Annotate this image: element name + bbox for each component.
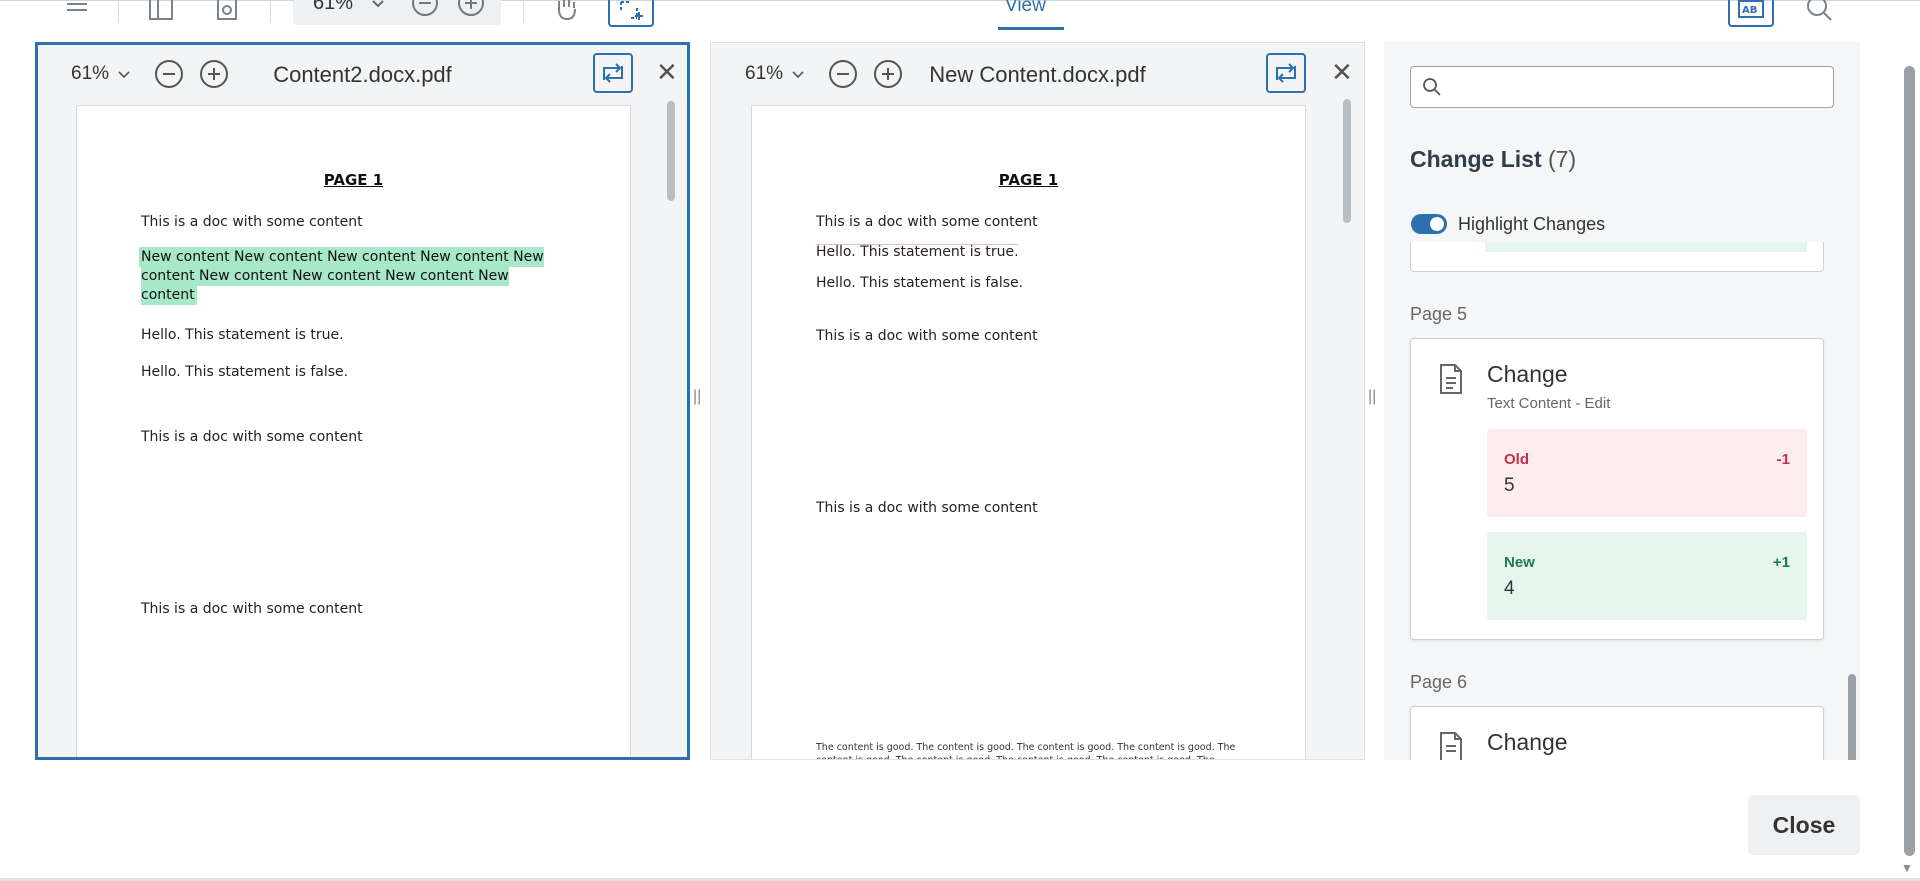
- ab-compare-icon: AB: [1738, 0, 1764, 18]
- tab-view[interactable]: View: [1005, 0, 1046, 17]
- document-icon: [1440, 364, 1462, 394]
- highlight-changes-toggle[interactable]: [1411, 214, 1447, 234]
- toolbar-zoom-value: 61%: [313, 0, 354, 14]
- new-value-box: New +1 4: [1487, 532, 1807, 620]
- left-file-name: Content2.docx.pdf: [273, 62, 452, 87]
- change-type: Text Content - Edit: [1487, 395, 1611, 412]
- search-icon[interactable]: [1804, 0, 1834, 23]
- left-pane-scrollbar[interactable]: [667, 101, 675, 201]
- right-pane-header: 61% New Content.docx.pdf ✕: [711, 43, 1364, 103]
- change-count: (7): [1548, 146, 1577, 172]
- doc-line: This is a doc with some content: [816, 500, 1038, 516]
- pan-hand-icon[interactable]: [552, 0, 582, 23]
- right-pane-scrollbar[interactable]: [1343, 99, 1351, 223]
- doc-line: Hello. This statement is false.: [141, 364, 349, 380]
- menu-icon[interactable]: [62, 0, 92, 23]
- old-value-box: Old -1 5: [1487, 429, 1807, 517]
- sidebar-panel-icon[interactable]: [146, 0, 176, 23]
- zoom-out-icon[interactable]: [411, 0, 439, 17]
- chevron-down-icon: [372, 0, 384, 8]
- sync-icon: [603, 63, 623, 83]
- sidebar-scrollbar[interactable]: [1848, 674, 1856, 760]
- right-document-page: PAGE 1 This is a doc with some content H…: [751, 105, 1306, 759]
- close-icon[interactable]: ✕: [1331, 59, 1353, 85]
- new-label: New: [1504, 554, 1535, 571]
- doc-line: This is a doc with some content: [141, 601, 363, 617]
- compare-text-button[interactable]: AB: [1728, 0, 1774, 27]
- zoom-in-icon[interactable]: [457, 0, 485, 17]
- change-list-sidebar: Change List (7) Highlight Changes Page 5…: [1384, 42, 1860, 760]
- sync-scroll-button[interactable]: [593, 53, 633, 93]
- change-search-box[interactable]: [1410, 66, 1834, 108]
- pane-resize-handle[interactable]: ||: [693, 388, 701, 406]
- doc-line: Hello. This statement is true.: [816, 244, 1019, 260]
- page-title: PAGE 1: [323, 171, 384, 189]
- close-button[interactable]: Close: [1748, 795, 1860, 855]
- page-title: PAGE 1: [998, 171, 1059, 189]
- change-card[interactable]: Change Text Content - Edit Old -1 5 New …: [1410, 338, 1824, 640]
- change-list-title: Change List (7): [1410, 146, 1576, 173]
- toolbar-divider: [523, 1, 524, 23]
- left-document-pane[interactable]: 61% Content2.docx.pdf ✕ PAGE 1 This is a…: [35, 42, 690, 760]
- change-page-label: Page 6: [1410, 672, 1468, 692]
- sync-scroll-button[interactable]: [1266, 53, 1306, 93]
- top-toolbar: 61% View AB: [0, 0, 1920, 30]
- sync-icon: [1276, 63, 1296, 83]
- region-select-icon: [620, 1, 643, 20]
- previous-change-card[interactable]: [1410, 242, 1824, 272]
- left-pane-header: 61% Content2.docx.pdf ✕: [38, 45, 687, 105]
- doc-line: Hello. This statement is false.: [816, 275, 1024, 291]
- compare-dialog: 61% View AB 61% Content2.docx.pdf ✕ PAGE…: [0, 0, 1920, 881]
- doc-line: This is a doc with some content: [816, 214, 1038, 230]
- pane-resize-handle[interactable]: ||: [1368, 388, 1376, 406]
- doc-paragraph: The content is good. The content is good…: [816, 742, 1236, 759]
- document-icon: [1440, 732, 1462, 760]
- settings-file-icon[interactable]: [212, 0, 242, 23]
- old-delta: -1: [1776, 451, 1790, 468]
- window-scrollbar[interactable]: [1904, 66, 1915, 856]
- doc-line: Hello. This statement is true.: [141, 327, 344, 343]
- change-page-label: Page 5: [1410, 304, 1468, 324]
- new-delta: +1: [1772, 554, 1790, 571]
- old-label: Old: [1504, 451, 1529, 468]
- change-list-heading: Change List: [1410, 146, 1542, 172]
- inserted-text-highlight[interactable]: New content New content New content New …: [141, 248, 561, 305]
- change-title: Change: [1487, 361, 1568, 387]
- doc-line: This is a doc with some content: [141, 214, 363, 230]
- close-icon[interactable]: ✕: [656, 59, 678, 85]
- change-card[interactable]: Change: [1410, 706, 1824, 760]
- highlight-changes-label: Highlight Changes: [1458, 214, 1606, 234]
- new-value: 4: [1504, 578, 1515, 599]
- toolbar-divider: [270, 1, 271, 23]
- scroll-down-icon[interactable]: ▼: [1901, 861, 1913, 875]
- change-search-input[interactable]: [1451, 73, 1821, 101]
- doc-line: This is a doc with some content: [141, 429, 363, 445]
- tab-active-indicator: [998, 27, 1064, 30]
- search-icon: [1423, 78, 1441, 96]
- toolbar-divider: [118, 1, 119, 23]
- old-value: 5: [1504, 475, 1515, 496]
- toolbar-zoom-control[interactable]: 61%: [293, 0, 501, 25]
- left-document-page: PAGE 1 This is a doc with some content N…: [76, 105, 631, 757]
- region-select-button[interactable]: [608, 0, 654, 27]
- right-document-pane[interactable]: 61% New Content.docx.pdf ✕ PAGE 1 This i…: [710, 42, 1365, 760]
- change-title: Change: [1487, 729, 1568, 755]
- highlight-text: New content New content New content New …: [141, 249, 544, 303]
- doc-line: This is a doc with some content: [816, 328, 1038, 344]
- svg-text:AB: AB: [1742, 5, 1757, 16]
